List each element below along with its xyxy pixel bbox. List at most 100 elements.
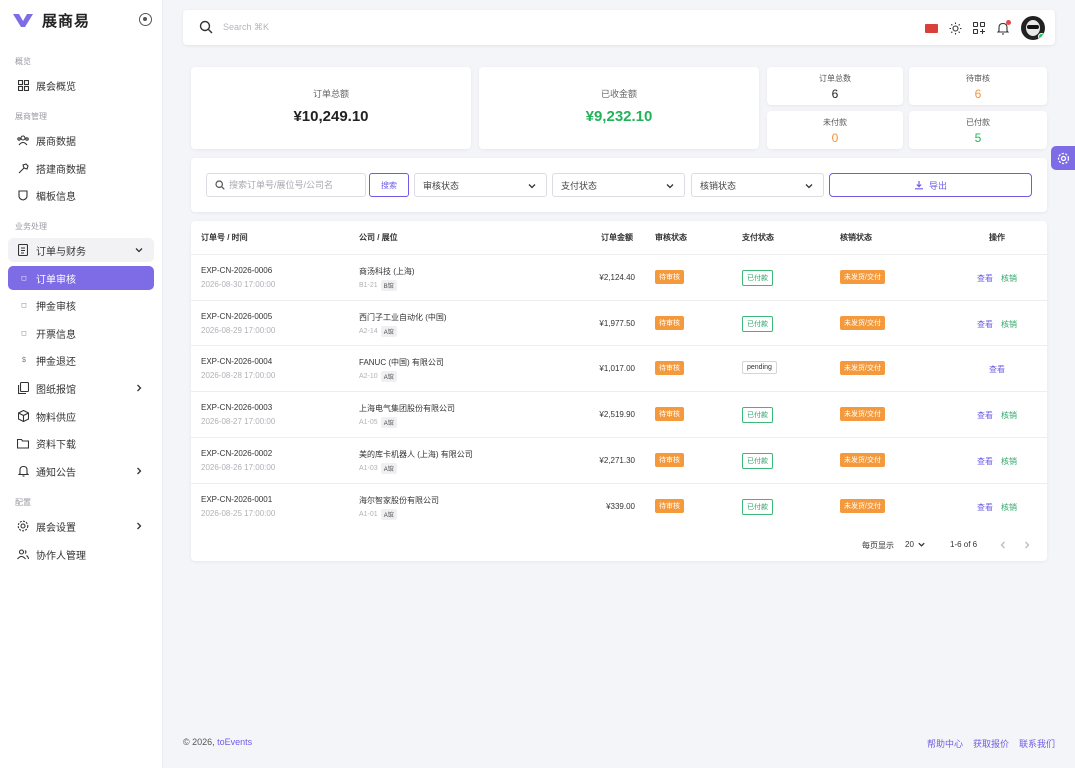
booth-info: A2-14 A馆 [359, 325, 397, 337]
view-link[interactable]: 查看 [977, 456, 993, 467]
sidebar-item-order-review[interactable]: ◻ 订单审核 [8, 266, 154, 290]
order-number: EXP-CN-2026-0004 [201, 357, 273, 367]
hammer-icon [17, 162, 29, 174]
shield-icon [17, 189, 29, 201]
dot-icon: ◻ [21, 302, 27, 309]
sidebar-item-materials[interactable]: 物料供应 [8, 404, 154, 428]
verify-link[interactable]: 核销 [1001, 502, 1017, 513]
notification-bell-icon[interactable] [996, 20, 1011, 35]
apps-grid-icon[interactable] [972, 21, 986, 35]
review-status-badge: 待审核 [655, 498, 684, 513]
table-row: EXP-CN-2026-0006 2026-08-30 17:00:00 商汤科技 … [191, 254, 1047, 300]
chevron-down-icon [918, 542, 925, 547]
sidebar-item-downloads[interactable]: 资料下载 [8, 431, 154, 455]
sidebar-collapse-icon[interactable] [139, 13, 152, 26]
order-time: 2026-08-30 17:00:00 [201, 280, 276, 289]
dashboard-icon [17, 79, 29, 91]
export-button[interactable]: 导出 [829, 173, 1032, 197]
order-search-field[interactable] [206, 173, 366, 197]
sidebar-item-label: 押金审核 [36, 301, 76, 313]
sidebar-item-collaborators[interactable]: 协作人管理 [8, 542, 154, 566]
sidebar-item-label: 押金退还 [36, 356, 76, 368]
sidebar-item-fascia-info[interactable]: 楣板信息 [8, 183, 154, 207]
prev-page-icon[interactable] [998, 540, 1008, 550]
table-row: EXP-CN-2026-0004 2026-08-28 17:00:00 FANUC… [191, 345, 1047, 391]
view-link[interactable]: 查看 [989, 364, 1005, 375]
brand[interactable]: 展商易 [12, 9, 90, 31]
view-link[interactable]: 查看 [977, 502, 993, 513]
view-link[interactable]: 查看 [977, 410, 993, 421]
sidebar-item-invoice-info[interactable]: ◻ 开票信息 [8, 321, 154, 345]
order-amount: ¥1,977.50 [599, 318, 635, 328]
company-name: 海尔智家股份有限公司 [359, 495, 439, 505]
order-amount: ¥2,124.40 [599, 273, 635, 282]
verify-status-select[interactable]: 核销状态 [691, 173, 824, 197]
verify-status-badge: 未发货/交付 [840, 361, 885, 376]
select-value: 审核状态 [423, 180, 460, 191]
sidebar-item-overview[interactable]: 展会概览 [8, 73, 154, 97]
sidebar-item-exhibitor-data[interactable]: 展商数据 [8, 128, 154, 152]
sidebar-item-expo-settings[interactable]: 展会设置 [8, 514, 154, 538]
review-status-select[interactable]: 审核状态 [414, 173, 547, 197]
verify-status-badge: 未发货/交付 [840, 315, 885, 330]
chevron-down-icon [135, 248, 143, 253]
sidebar-item-deposit-refund[interactable]: $ 押金退还 [8, 348, 154, 372]
per-page-value: 20 [905, 540, 914, 549]
search-button[interactable]: 搜索 [369, 173, 409, 197]
select-value: 核销状态 [700, 180, 737, 191]
pay-status-badge: 已付款 [742, 452, 773, 469]
sidebar: 展商易 概览 展会概览 展商管理 展商数据 搭建商数据 楣板信息 业务处理 订单… [0, 0, 163, 768]
stat-value: 0 [831, 131, 839, 145]
verify-link[interactable]: 核销 [1001, 456, 1017, 467]
gear-icon [17, 520, 29, 532]
theme-sun-icon[interactable] [948, 21, 962, 35]
stat-order-count: 订单总数 6 [767, 67, 903, 105]
review-status-badge: 待审核 [655, 270, 684, 284]
company-name: 美的库卡机器人 (上海) 有限公司 [359, 449, 473, 459]
order-number: EXP-CN-2026-0006 [201, 266, 273, 275]
per-page-select[interactable]: 20 [905, 540, 926, 549]
verify-link[interactable]: 核销 [1001, 273, 1017, 284]
hall-tag: A馆 [380, 417, 397, 429]
floating-settings-button[interactable] [1051, 146, 1075, 170]
pay-status-badge: 已付款 [742, 270, 773, 286]
footer-link-help[interactable]: 帮助中心 [927, 737, 963, 750]
booth-number: A1-01 [359, 510, 378, 518]
sidebar-item-drawings[interactable]: 图纸报馆 [8, 376, 154, 400]
footer-link-contact[interactable]: 联系我们 [1019, 737, 1055, 750]
global-search-input[interactable]: Search ⌘K [223, 22, 269, 33]
verify-link[interactable]: 核销 [1001, 410, 1017, 421]
sidebar-item-label: 展会概览 [36, 81, 76, 93]
view-link[interactable]: 查看 [977, 319, 993, 330]
next-page-icon[interactable] [1022, 540, 1032, 550]
sidebar-item-notices[interactable]: 通知公告 [8, 459, 154, 483]
brand-name: 展商易 [42, 12, 91, 30]
order-amount: ¥1,017.00 [599, 364, 635, 374]
export-label: 导出 [928, 180, 947, 191]
verify-link[interactable]: 核销 [1001, 319, 1017, 330]
booth-info: A1-01 A馆 [359, 508, 397, 520]
sidebar-item-builder-data[interactable]: 搭建商数据 [8, 156, 154, 180]
hall-tag: A馆 [380, 325, 397, 337]
pay-status-select[interactable]: 支付状态 [552, 173, 685, 197]
company-name: FANUC (中国) 有限公司 [359, 358, 444, 368]
language-flag-icon[interactable] [924, 21, 938, 35]
brand-logo-icon [12, 10, 36, 30]
view-link[interactable]: 查看 [977, 273, 993, 284]
order-amount: ¥2,271.30 [599, 455, 635, 465]
order-search-input[interactable] [229, 177, 361, 193]
stat-received-amount: 已收金额 ¥9,232.10 [479, 67, 759, 149]
search-icon[interactable] [199, 20, 213, 34]
footer-link-quote[interactable]: 获取报价 [973, 737, 1009, 750]
copyright-text: © 2026, [183, 737, 218, 747]
sidebar-item-deposit-review[interactable]: ◻ 押金审核 [8, 293, 154, 317]
company-name: 上海电气集团股份有限公司 [359, 404, 455, 414]
user-avatar[interactable] [1021, 16, 1045, 40]
sidebar-item-orders-finance[interactable]: 订单与财务 [8, 238, 154, 262]
footer-links: 帮助中心 获取报价 联系我们 [917, 737, 1055, 750]
footer-brand-link[interactable]: toEvents [217, 737, 252, 747]
stat-label: 未付款 [823, 118, 847, 127]
booth-number: A1-03 [359, 464, 378, 472]
booth-number: A1-05 [359, 419, 378, 427]
notification-dot [1006, 20, 1011, 25]
